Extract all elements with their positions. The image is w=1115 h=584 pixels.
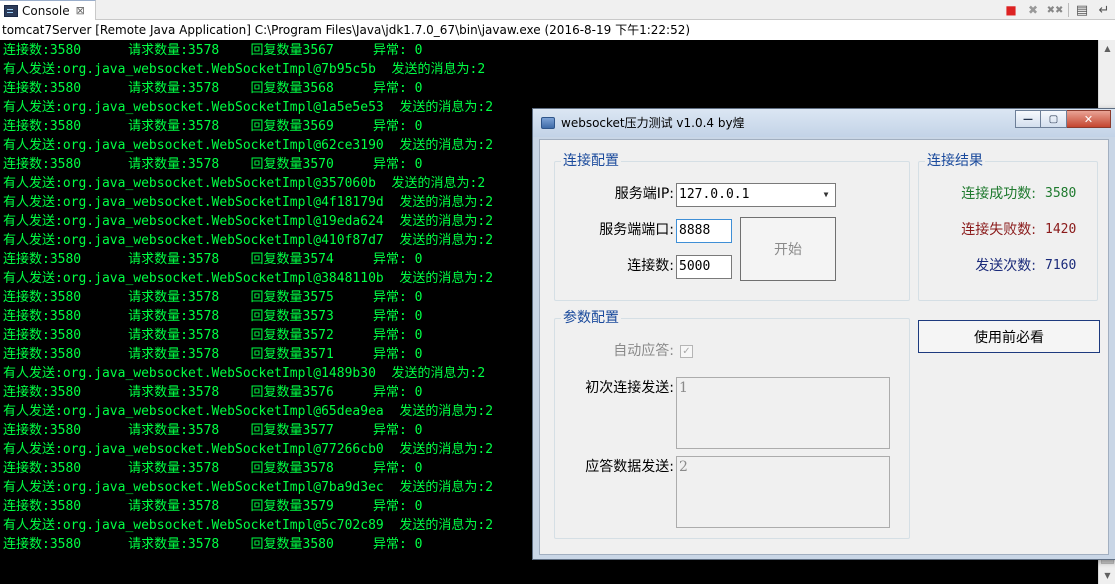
log-line: 连接数:3580 请求数量:3578 回复数量3576 异常: 0 [3, 385, 423, 400]
remove-all-icon[interactable]: ✖✖ [1046, 1, 1064, 19]
send-count-value: 7160 [1045, 258, 1077, 273]
stress-test-dialog: websocket压力测试 v1.0.4 by煌 — ▢ ✕ 连接配置 服务端I… [532, 108, 1115, 560]
log-line: 有人发送:org.java_websocket.WebSocketImpl@38… [3, 271, 494, 286]
remove-launch-icon[interactable]: ✖ [1024, 1, 1042, 19]
log-line: 连接数:3580 请求数量:3578 回复数量3580 异常: 0 [3, 537, 423, 552]
log-line: 有人发送:org.java_websocket.WebSocketImpl@7b… [3, 480, 494, 495]
terminate-icon[interactable]: ■ [1002, 1, 1020, 19]
console-log: 连接数:3580 请求数量:3578 回复数量3567 异常: 0 有人发送:or… [3, 41, 493, 554]
connections-value: 5000 [679, 259, 711, 274]
connection-config-title: 连接配置 [561, 153, 621, 169]
log-line: 有人发送:org.java_websocket.WebSocketImpl@35… [3, 176, 486, 191]
close-button[interactable]: ✕ [1067, 110, 1111, 128]
console-icon [4, 4, 18, 17]
fail-count-value: 1420 [1045, 222, 1077, 237]
log-line: 有人发送:org.java_websocket.WebSocketImpl@4f… [3, 195, 494, 210]
log-line: 连接数:3580 请求数量:3578 回复数量3575 异常: 0 [3, 290, 423, 305]
log-line: 有人发送:org.java_websocket.WebSocketImpl@65… [3, 404, 494, 419]
log-line: 有人发送:org.java_websocket.WebSocketImpl@62… [3, 138, 494, 153]
log-line: 有人发送:org.java_websocket.WebSocketImpl@19… [3, 214, 494, 229]
console-toolbar: ■ ✖ ✖✖ ▤ ↵ [1002, 0, 1115, 20]
log-line: 有人发送:org.java_websocket.WebSocketImpl@14… [3, 366, 486, 381]
maximize-button[interactable]: ▢ [1041, 110, 1067, 128]
log-line: 连接数:3580 请求数量:3578 回复数量3571 异常: 0 [3, 347, 423, 362]
connections-input[interactable]: 5000 [676, 255, 732, 279]
server-ip-label: 服务端IP: [614, 186, 674, 202]
server-ip-value: 127.0.0.1 [679, 187, 750, 202]
send-count-label: 发送次数: [975, 258, 1036, 274]
log-line: 连接数:3580 请求数量:3578 回复数量3569 异常: 0 [3, 119, 423, 134]
log-line: 连接数:3580 请求数量:3578 回复数量3573 异常: 0 [3, 309, 423, 324]
log-line: 有人发送:org.java_websocket.WebSocketImpl@5c… [3, 518, 494, 533]
log-line: 有人发送:org.java_websocket.WebSocketImpl@41… [3, 233, 494, 248]
console-tab[interactable]: Console ⊠ [0, 0, 96, 20]
toolbar-separator [1068, 3, 1069, 17]
chevron-down-icon[interactable]: ▼ [818, 185, 834, 205]
dialog-client: 连接配置 服务端IP: 127.0.0.1 ▼ 服务端端口: 8888 连接数:… [539, 139, 1109, 555]
console-tab-label: Console [22, 3, 70, 18]
must-read-button[interactable]: 使用前必看 [918, 320, 1100, 353]
app-icon [541, 117, 555, 129]
server-port-value: 8888 [679, 223, 711, 238]
server-port-label: 服务端端口: [599, 222, 674, 238]
dialog-title: websocket压力测试 v1.0.4 by煌 [561, 116, 745, 130]
minimize-button[interactable]: — [1015, 110, 1041, 128]
close-icon[interactable]: ⊠ [76, 4, 85, 17]
server-ip-combo[interactable]: 127.0.0.1 ▼ [676, 183, 836, 207]
word-wrap-icon[interactable]: ↵ [1095, 1, 1113, 19]
log-line: 连接数:3580 请求数量:3578 回复数量3577 异常: 0 [3, 423, 423, 438]
log-line: 连接数:3580 请求数量:3578 回复数量3578 异常: 0 [3, 461, 423, 476]
scroll-lock-icon[interactable]: ▤ [1073, 1, 1091, 19]
log-line: 有人发送:org.java_websocket.WebSocketImpl@1a… [3, 100, 494, 115]
log-line: 连接数:3580 请求数量:3578 回复数量3572 异常: 0 [3, 328, 423, 343]
server-port-input[interactable]: 8888 [676, 219, 732, 243]
reply-data-textarea[interactable]: 2 [676, 456, 890, 528]
first-send-label: 初次连接发送: [585, 380, 674, 396]
fail-count-label: 连接失败数: [961, 222, 1036, 238]
auto-reply-label: 自动应答: [613, 343, 674, 359]
success-count-label: 连接成功数: [961, 186, 1036, 202]
success-count-value: 3580 [1045, 186, 1077, 201]
dialog-titlebar[interactable]: websocket压力测试 v1.0.4 by煌 — ▢ ✕ [533, 109, 1115, 137]
launch-info: tomcat7Server [Remote Java Application] … [0, 21, 1115, 40]
scroll-up-icon[interactable]: ▲ [1099, 40, 1115, 57]
window-controls: — ▢ ✕ [1015, 110, 1111, 128]
log-line: 有人发送:org.java_websocket.WebSocketImpl@77… [3, 442, 494, 457]
log-line: 连接数:3580 请求数量:3578 回复数量3570 异常: 0 [3, 157, 423, 172]
log-line: 有人发送:org.java_websocket.WebSocketImpl@7b… [3, 62, 486, 77]
log-line: 连接数:3580 请求数量:3578 回复数量3574 异常: 0 [3, 252, 423, 267]
start-button[interactable]: 开始 [740, 217, 836, 281]
param-config-title: 参数配置 [561, 310, 621, 326]
auto-reply-checkbox[interactable]: ✓ [680, 345, 693, 358]
reply-data-label: 应答数据发送: [585, 459, 674, 475]
connections-label: 连接数: [627, 258, 674, 274]
log-line: 连接数:3580 请求数量:3578 回复数量3567 异常: 0 [3, 43, 423, 58]
log-line: 连接数:3580 请求数量:3578 回复数量3579 异常: 0 [3, 499, 423, 514]
log-line: 连接数:3580 请求数量:3578 回复数量3568 异常: 0 [3, 81, 423, 96]
view-tab-bar: Console ⊠ ■ ✖ ✖✖ ▤ ↵ [0, 0, 1115, 20]
scroll-down-icon[interactable]: ▼ [1099, 567, 1115, 584]
first-send-textarea[interactable]: 1 [676, 377, 890, 449]
connection-result-title: 连接结果 [925, 153, 985, 169]
